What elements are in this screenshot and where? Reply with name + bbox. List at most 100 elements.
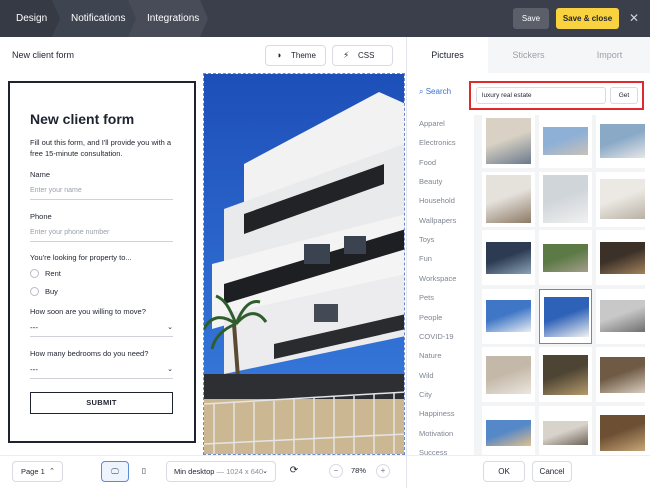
thumbnail-image [600,179,645,219]
breadcrumb-notifications[interactable]: Notifications [71,0,125,37]
search-link-label: Search [425,87,452,96]
desktop-view-button[interactable]: 🖵 [101,461,129,482]
name-label: Name [30,170,51,179]
image-thumbnail[interactable] [539,230,592,285]
category-item[interactable]: Happiness [419,409,454,418]
image-thumbnail[interactable] [596,405,649,461]
thumbnail-image [486,355,531,394]
image-thumbnail[interactable] [482,230,535,285]
form-background-image[interactable] [203,73,405,455]
image-thumbnail[interactable] [539,288,592,344]
image-thumbnail[interactable] [539,347,592,402]
radio-buy[interactable] [30,287,39,296]
tab-stickers[interactable]: Stickers [488,37,569,73]
monitor-icon: 🖵 [111,467,119,476]
breadcrumb-integrations[interactable]: Integrations [147,0,199,37]
category-item[interactable]: Nature [419,351,442,360]
category-item[interactable]: Pets [419,293,434,302]
image-thumbnail[interactable] [539,113,592,168]
tab-import[interactable]: Import [569,37,650,73]
submit-button[interactable]: SUBMIT [30,392,173,414]
thumbnail-image [543,175,588,223]
viewport-size-select[interactable]: Min desktop — 1024 x 640 ⌄ [166,461,276,482]
radio-rent-label: Rent [45,269,61,278]
category-item[interactable]: Household [419,196,455,205]
form-title: New client form [30,111,135,127]
thumbnail-image [600,356,645,393]
thumbnail-image [486,420,531,446]
image-thumbnail[interactable] [596,230,649,285]
css-button[interactable]: ⚡ CSS [332,45,393,66]
phone-field[interactable]: Enter your phone number [30,226,173,242]
move-question: How soon are you willing to move? [30,307,146,316]
form-preview[interactable]: New client form Fill out this form, and … [8,81,196,443]
image-thumbnail[interactable] [596,347,649,402]
thumbnail-image [544,297,589,337]
save-button[interactable]: Save [513,8,549,29]
category-item[interactable]: Fun [419,254,432,263]
category-item[interactable]: People [419,313,442,322]
image-thumbnail[interactable] [596,288,649,344]
category-item[interactable]: Food [419,158,436,167]
rotate-icon[interactable]: ⟳ [284,461,304,482]
zoom-out-button[interactable]: − [329,464,343,478]
thumbnail-image [486,241,531,274]
lightning-icon: ⚡ [343,50,350,60]
category-item[interactable]: Motivation [419,429,453,438]
thumbnail-image [600,415,645,451]
panel-tabs: Pictures Stickers Import [407,37,650,73]
image-thumbnail[interactable] [596,171,649,227]
category-item[interactable]: Apparel [419,119,445,128]
image-thumbnail[interactable] [482,113,535,168]
category-item[interactable]: COVID-19 [419,332,454,341]
ok-button[interactable]: OK [483,461,525,482]
thumbnail-image [543,126,588,155]
contrast-icon: ◑ [276,50,282,60]
page-select[interactable]: Page 1 ⌃ [12,461,63,482]
thumbnail-image [543,354,588,395]
move-select[interactable]: --- ⌄ [30,321,173,337]
category-item[interactable]: Beauty [419,177,442,186]
theme-label: Theme [291,51,316,60]
pictures-panel-body: ⌕ Search luxury real estate Get Apparel E… [407,73,650,461]
thumbnail-image [600,300,645,332]
category-item[interactable]: Wild [419,371,434,380]
category-item[interactable]: City [419,390,432,399]
search-link[interactable]: ⌕ Search [419,87,451,97]
category-item[interactable]: Wallpapers [419,216,456,225]
zoom-in-button[interactable]: + [376,464,390,478]
viewport-size-separator: — [214,467,227,476]
image-thumbnail[interactable] [596,113,649,168]
name-field[interactable]: Enter your name [30,184,173,200]
thumbnail-image [486,175,531,223]
image-thumbnail[interactable] [539,405,592,461]
smartphone-icon: ▯ [141,466,147,475]
tab-pictures[interactable]: Pictures [407,37,488,73]
thumbnail-image [486,117,531,164]
css-label: CSS [358,51,375,60]
radio-rent[interactable] [30,269,39,278]
panel-footer: OK Cancel [407,455,650,488]
category-item[interactable]: Toys [419,235,434,244]
image-thumbnail[interactable] [482,405,535,461]
breadcrumb-design[interactable]: Design [16,0,47,37]
image-thumbnail[interactable] [539,171,592,227]
thumbnail-image [543,421,588,445]
image-thumbnail[interactable] [482,288,535,344]
theme-button[interactable]: ◑ Theme [265,45,326,66]
search-input[interactable]: luxury real estate [476,87,606,104]
cancel-button[interactable]: Cancel [532,461,572,482]
image-thumbnail[interactable] [482,347,535,402]
get-button[interactable]: Get [610,87,638,104]
mobile-view-button[interactable]: ▯ [132,461,156,482]
thumbnail-image [600,123,645,158]
page-select-value: Page 1 [21,467,45,476]
category-item[interactable]: Workspace [419,274,456,283]
chevron-down-icon: ⌄ [167,366,173,373]
close-icon[interactable]: ✕ [627,9,641,27]
save-and-close-button[interactable]: Save & close [556,8,619,29]
chevron-up-icon: ⌃ [49,468,55,475]
category-item[interactable]: Electronics [419,138,456,147]
bedrooms-select[interactable]: --- ⌄ [30,363,173,379]
image-thumbnail[interactable] [482,171,535,227]
